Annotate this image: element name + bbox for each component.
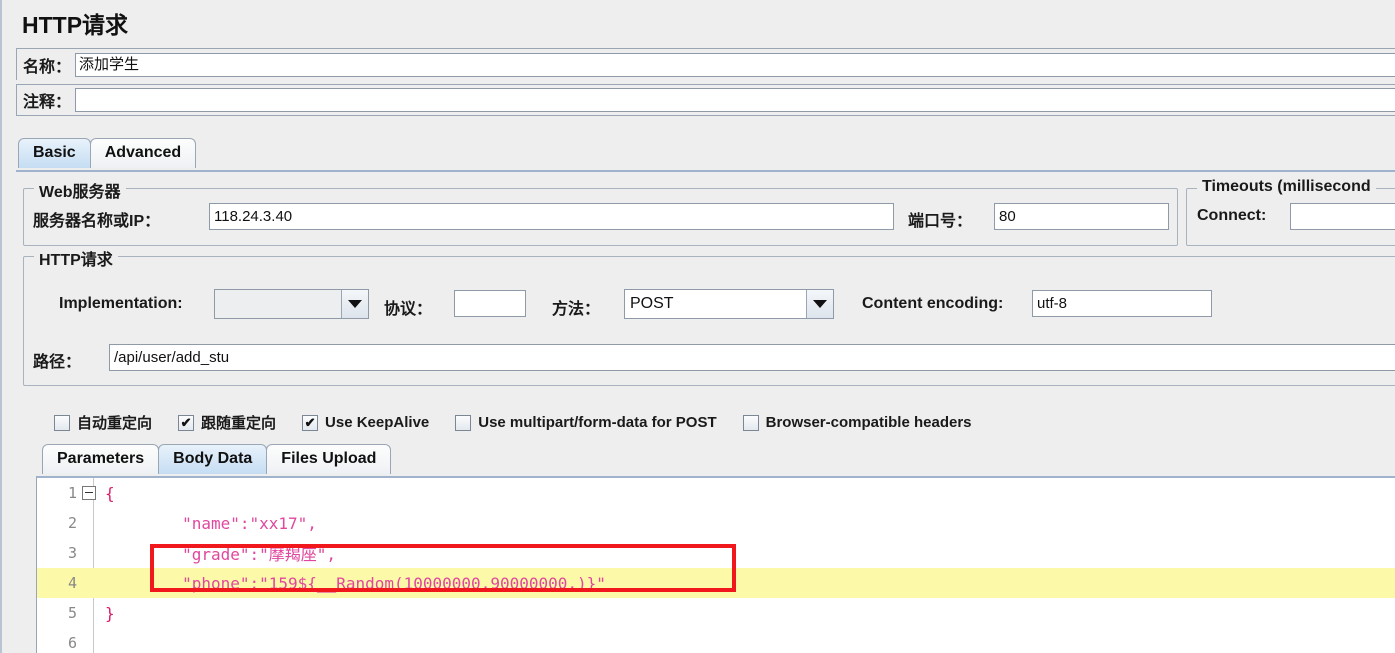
checkbox-browser-compatible-headers[interactable]: Browser-compatible headers: [742, 414, 972, 431]
content-encoding-label: Content encoding:: [862, 295, 1004, 312]
path-input[interactable]: /api/user/add_stu: [109, 344, 1395, 371]
code-line[interactable]: 6: [37, 628, 1395, 653]
line-number: 1: [67, 484, 77, 502]
web-server-group-title: Web服务器: [34, 178, 126, 202]
http-request-group: HTTP请求 Implementation: 协议： 方法： POST Cont…: [23, 246, 1395, 386]
code-line[interactable]: 1 {: [37, 478, 1395, 508]
checkbox-label: Use KeepAlive: [325, 414, 430, 431]
editor-surface[interactable]: 1 { 2 "name":"xx17", 3 "grade":"摩羯座", 4 …: [37, 478, 1395, 653]
implementation-label: Implementation:: [59, 295, 183, 312]
checkbox-label: Use multipart/form-data for POST: [478, 414, 717, 431]
protocol-input[interactable]: [454, 290, 526, 317]
chevron-down-icon: [806, 290, 833, 318]
checkbox-follow-redirect[interactable]: ✔ 跟随重定向: [178, 412, 276, 433]
line-number: 2: [67, 514, 77, 532]
code-line[interactable]: 3 "grade":"摩羯座",: [37, 538, 1395, 568]
line-number: 6: [67, 634, 77, 652]
name-label: 名称：: [23, 58, 72, 76]
port-input[interactable]: 80: [994, 203, 1169, 230]
code-text: "phone":"159${__Random(10000000,90000000…: [105, 573, 606, 593]
protocol-label: 协议：: [384, 301, 433, 318]
collapse-icon[interactable]: [81, 486, 97, 500]
name-input[interactable]: 添加学生: [75, 52, 1395, 77]
checkbox-label: 自动重定向: [77, 415, 153, 432]
method-label: 方法：: [552, 301, 601, 318]
body-data-editor[interactable]: 1 { 2 "name":"xx17", 3 "grade":"摩羯座", 4 …: [36, 476, 1395, 653]
comment-field-row: 注释：: [16, 84, 1395, 116]
checkbox-label: Browser-compatible headers: [765, 414, 972, 431]
line-number: 5: [67, 604, 77, 622]
tab-parameters[interactable]: Parameters: [42, 444, 160, 474]
page-title: HTTP请求: [22, 12, 129, 38]
port-label: 端口号：: [908, 213, 973, 230]
implementation-dropdown[interactable]: [214, 289, 369, 319]
request-options-row: 自动重定向 ✔ 跟随重定向 ✔ Use KeepAlive Use multip…: [54, 412, 972, 433]
tab-body-data[interactable]: Body Data: [158, 444, 268, 474]
line-number: 4: [67, 574, 77, 592]
method-value: POST: [630, 295, 674, 312]
code-line[interactable]: 4 "phone":"159${__Random(10000000,900000…: [37, 568, 1395, 598]
code-text: "name":"xx17",: [105, 513, 317, 533]
timeouts-group-title: Timeouts (millisecond: [1197, 178, 1376, 196]
checkbox-label: 跟随重定向: [201, 415, 277, 432]
timeouts-group: Timeouts (millisecond Connect:: [1186, 178, 1395, 246]
checkbox-use-keepalive[interactable]: ✔ Use KeepAlive: [302, 414, 429, 431]
chevron-down-icon: [341, 290, 368, 318]
checkbox-use-multipart[interactable]: Use multipart/form-data for POST: [455, 414, 717, 431]
server-name-label: 服务器名称或IP：: [33, 213, 161, 230]
comment-input[interactable]: [75, 88, 1395, 112]
connect-timeout-input[interactable]: [1290, 203, 1395, 230]
content-encoding-input[interactable]: utf-8: [1032, 290, 1212, 317]
checkbox-box[interactable]: ✔: [178, 414, 195, 431]
method-dropdown[interactable]: POST: [624, 289, 834, 319]
checkbox-auto-redirect[interactable]: 自动重定向: [54, 412, 152, 433]
code-line[interactable]: 5 }: [37, 598, 1395, 628]
checkbox-box[interactable]: [54, 414, 70, 431]
implementation-value: [215, 290, 341, 318]
tab-basic[interactable]: Basic: [18, 138, 91, 168]
code-line[interactable]: 2 "name":"xx17",: [37, 508, 1395, 538]
checkbox-box[interactable]: ✔: [302, 414, 319, 431]
http-request-panel: HTTP请求 名称： 添加学生 注释： Basic Advanced Web服务…: [0, 0, 1395, 653]
code-text: "grade":"摩羯座",: [105, 545, 337, 564]
code-text: {: [105, 483, 115, 503]
body-tabstrip: Parameters Body Data Files Upload: [42, 444, 392, 474]
tab-files-upload[interactable]: Files Upload: [266, 444, 392, 474]
name-field-row: 名称： 添加学生: [16, 48, 1395, 80]
code-text: }: [105, 603, 115, 623]
main-tabstrip: Basic Advanced: [18, 138, 197, 168]
checkbox-box[interactable]: [742, 414, 759, 431]
connect-timeout-label: Connect:: [1197, 207, 1267, 224]
basic-tab-panel: Web服务器 服务器名称或IP： 118.24.3.40 端口号： 80 Tim…: [16, 170, 1395, 653]
checkbox-box[interactable]: [455, 414, 472, 431]
server-name-input[interactable]: 118.24.3.40: [209, 203, 894, 230]
line-number: 3: [67, 544, 77, 562]
comment-label: 注释：: [23, 94, 72, 111]
path-label: 路径：: [33, 354, 82, 371]
web-server-group: Web服务器 服务器名称或IP： 118.24.3.40 端口号： 80: [23, 178, 1178, 246]
http-request-group-title: HTTP请求: [34, 246, 118, 270]
tab-advanced[interactable]: Advanced: [89, 138, 197, 168]
